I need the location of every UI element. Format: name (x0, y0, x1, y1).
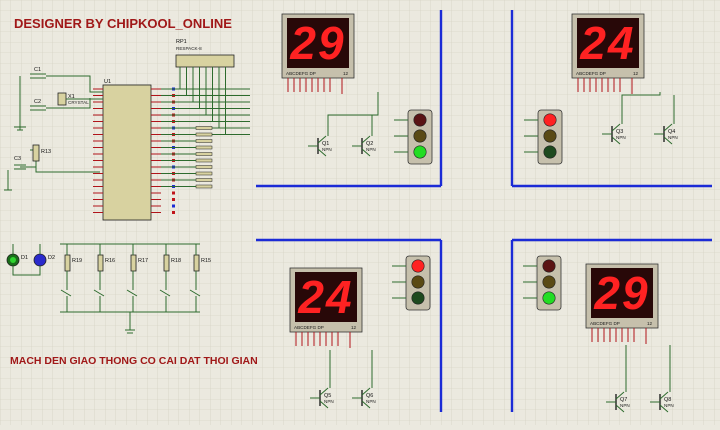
transistor-type: NPN (324, 399, 334, 404)
pulldown-resistor[interactable] (193, 254, 200, 272)
display-east-pins2: 12 (633, 71, 639, 76)
transistor-type: NPN (322, 147, 332, 152)
lamp-green (411, 291, 425, 305)
display-south-digits: 29 (593, 267, 649, 319)
pin-state (172, 211, 175, 214)
transistor-type: NPN (620, 403, 630, 408)
display-south: 29 ABCDEFG DP 12 (585, 263, 659, 329)
rp1-value: RESPACK-8 (176, 46, 202, 51)
d2-ref: D2 (48, 255, 55, 261)
resistor-array (195, 184, 213, 189)
rp1-ref: RP1 (176, 39, 187, 45)
resistor-array (195, 152, 213, 156)
schematic-svg: DESIGNER BY CHIPKOOL_ONLINE MACH DEN GIA… (0, 0, 720, 425)
resistor-array (195, 145, 213, 150)
lamp-green (543, 145, 557, 159)
resistor-ref: R17 (138, 258, 148, 264)
lamp-red (543, 113, 557, 127)
display-north-pins2: 12 (343, 71, 349, 76)
resistor-array (195, 158, 213, 163)
transistor-type: NPN (668, 135, 678, 140)
mcu-ref: U1 (104, 79, 111, 85)
lamp-yellow (411, 275, 425, 289)
display-west-pins: ABCDEFG DP (294, 325, 324, 330)
lamp-green (413, 145, 427, 159)
display-north: 29 ABCDEFG DP 12 (281, 13, 355, 79)
display-north-digits: 29 (289, 17, 345, 69)
resistor-array (195, 126, 213, 130)
c1-ref: C1 (34, 67, 41, 73)
schematic-canvas: DESIGNER BY CHIPKOOL_ONLINE MACH DEN GIA… (0, 0, 720, 425)
display-west-digits: 24 (297, 271, 353, 323)
lamp-yellow (542, 275, 556, 289)
display-east: 24 ABCDEFG DP 12 (571, 13, 645, 79)
d1-ref: D1 (21, 255, 28, 261)
pulldown-resistor[interactable] (163, 254, 170, 272)
resistor-array (195, 132, 213, 137)
resistor-array (195, 178, 213, 182)
display-east-pins: ABCDEFG DP (576, 71, 606, 76)
microcontroller-u1[interactable]: U1 (102, 79, 152, 221)
transistor-type: NPN (366, 399, 376, 404)
resistor-array (195, 139, 213, 143)
resistor-array (195, 171, 213, 176)
pulldown-resistor[interactable] (64, 254, 71, 272)
lamp-green (542, 291, 556, 305)
resistor-ref: R18 (171, 258, 181, 264)
lamp-yellow (413, 129, 427, 143)
pulldown-resistor[interactable] (130, 254, 137, 272)
lamp-red (413, 113, 427, 127)
display-south-pins: ABCDEFG DP (590, 321, 620, 326)
lamp-red (411, 259, 425, 273)
resistor-array (195, 165, 213, 169)
display-south-pins2: 12 (647, 321, 653, 326)
display-north-pins: ABCDEFG DP (286, 71, 316, 76)
pin-state (172, 191, 175, 195)
display-west: 24 ABCDEFG DP 12 (289, 267, 363, 333)
c2-ref: C2 (34, 99, 41, 105)
c3-ref: C3 (14, 156, 21, 162)
lamp-yellow (543, 129, 557, 143)
display-east-digits: 24 (579, 17, 635, 69)
resistor-ref: R19 (72, 258, 82, 264)
pin-state (172, 198, 175, 201)
pulldown-resistor[interactable] (97, 254, 104, 272)
transistor-type: NPN (664, 403, 674, 408)
crystal-value: CRYSTAL (68, 100, 89, 105)
lamp-red (542, 259, 556, 273)
r13-ref: R13 (41, 149, 51, 155)
resistor-ref: R16 (105, 258, 115, 264)
designer-title: DESIGNER BY CHIPKOOL_ONLINE (14, 16, 232, 31)
pin-state (172, 204, 175, 208)
resistor-ref: R15 (201, 258, 211, 264)
display-west-pins2: 12 (351, 325, 357, 330)
transistor-type: NPN (616, 135, 626, 140)
circuit-caption: MACH DEN GIAO THONG CO CAI DAT THOI GIAN (10, 355, 258, 367)
transistor-type: NPN (366, 147, 376, 152)
